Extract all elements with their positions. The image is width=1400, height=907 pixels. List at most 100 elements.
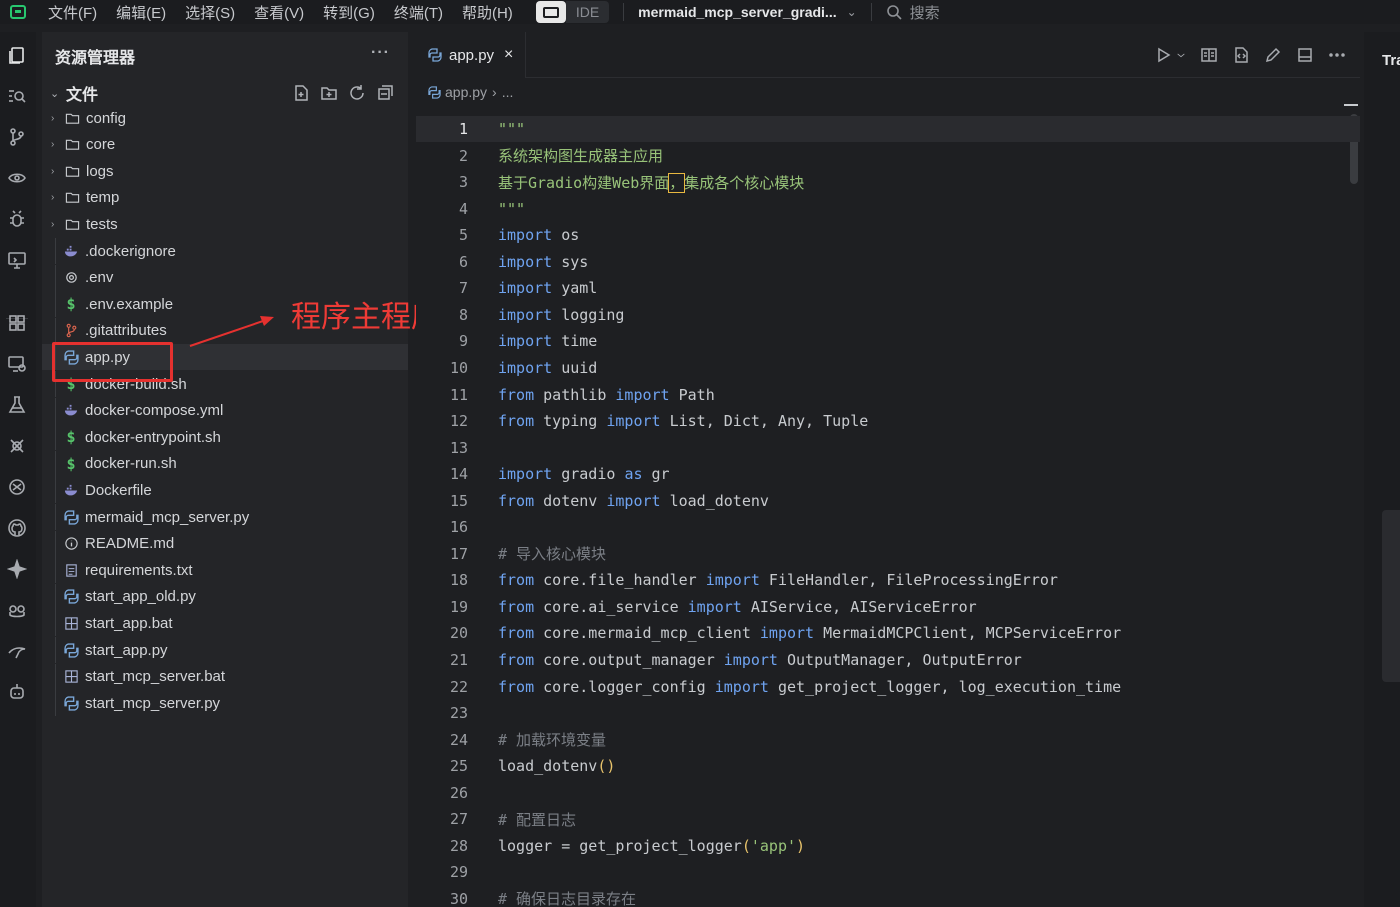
tree-file[interactable]: start_mcp_server.bat: [42, 663, 408, 690]
preview-icon[interactable]: [6, 167, 28, 189]
split-editor-icon[interactable]: [1296, 46, 1314, 64]
copilot-icon[interactable]: [6, 599, 28, 621]
indent-guide: [55, 637, 56, 663]
code-token: gradio: [552, 465, 625, 484]
tree-file[interactable]: Dockerfile: [42, 477, 408, 504]
remote-explorer-icon[interactable]: [6, 249, 28, 271]
code-line: 8 import logging: [416, 302, 1360, 328]
breadcrumb-symbol[interactable]: ...: [502, 84, 514, 100]
tree-file[interactable]: docker-compose.yml: [42, 397, 408, 424]
tree-file[interactable]: requirements.txt: [42, 557, 408, 584]
code-line: 7 import yaml: [416, 275, 1360, 301]
tree-item-label: docker-entrypoint.sh: [85, 428, 221, 446]
explorer-icon[interactable]: [6, 44, 28, 66]
ide-badge[interactable]: IDE: [535, 1, 610, 23]
deploy-icon[interactable]: [6, 435, 28, 457]
search-box[interactable]: 搜索: [886, 2, 940, 23]
tree-item-label: requirements.txt: [85, 561, 193, 579]
code-line: 4 """: [416, 196, 1360, 222]
compare-changes-icon[interactable]: [1232, 46, 1250, 64]
line-number: 14: [449, 465, 468, 484]
line-number: 5: [458, 226, 468, 245]
code-line: 29: [416, 859, 1360, 885]
remote-monitor-icon[interactable]: [6, 353, 28, 375]
menu-item[interactable]: 选择(S): [185, 2, 235, 23]
close-icon[interactable]: ×: [504, 46, 513, 64]
tree-file[interactable]: start_mcp_server.py: [42, 690, 408, 717]
openai-icon[interactable]: [6, 476, 28, 498]
code-line: 15 from dotenv import load_dotenv: [416, 488, 1360, 514]
tree-file[interactable]: $ docker-entrypoint.sh: [42, 424, 408, 451]
tree-file[interactable]: mermaid_mcp_server.py: [42, 504, 408, 530]
code-token: import: [606, 491, 661, 510]
breadcrumb-file[interactable]: app.py: [445, 84, 487, 100]
code-token: dotenv: [534, 491, 607, 510]
project-switcher[interactable]: mermaid_mcp_server_gradi...: [638, 4, 836, 20]
debug-icon[interactable]: [6, 208, 28, 230]
code-token: pathlib: [534, 385, 616, 404]
menu-item[interactable]: 编辑(E): [116, 2, 166, 23]
tab-app-py[interactable]: app.py ×: [416, 32, 527, 78]
code-line: 10 import uuid: [416, 355, 1360, 381]
tree-file[interactable]: .dockerignore: [42, 238, 408, 264]
more-actions-icon[interactable]: [1328, 46, 1346, 64]
run-icon[interactable]: [1154, 46, 1172, 64]
menu-item[interactable]: 终端(T): [394, 2, 443, 23]
files-section-header[interactable]: ⌄ 文件: [42, 82, 408, 104]
open-preview-icon[interactable]: [1200, 46, 1218, 64]
search-files-icon[interactable]: [6, 85, 28, 107]
code-token: List, Dict, Any, Tuple: [660, 412, 869, 431]
right-panel-widget[interactable]: [1382, 510, 1400, 682]
tree-file[interactable]: README.md: [42, 530, 408, 557]
docker-icon: [63, 482, 79, 498]
tree-item-label: start_app.bat: [85, 614, 173, 632]
robot-icon[interactable]: [6, 681, 28, 703]
right-panel-label[interactable]: Tra: [1382, 52, 1400, 69]
source-control-icon[interactable]: [6, 126, 28, 148]
tree-file[interactable]: $ docker-run.sh: [42, 450, 408, 477]
testing-flask-icon[interactable]: [6, 394, 28, 416]
refresh-icon[interactable]: [348, 84, 366, 102]
tree-folder[interactable]: › core: [42, 132, 408, 158]
tree-file[interactable]: .env: [42, 264, 408, 291]
code-token: import: [498, 358, 553, 377]
line-number: 7: [458, 279, 468, 298]
menu-item[interactable]: 文件(F): [48, 2, 97, 23]
tree-folder[interactable]: › tests: [42, 211, 408, 237]
kangaroo-icon[interactable]: [6, 640, 28, 662]
menu-item[interactable]: 转到(G): [323, 2, 375, 23]
app-logo-icon: [10, 5, 26, 19]
tree-file[interactable]: start_app.py: [42, 637, 408, 663]
code-token: os: [552, 226, 580, 245]
tree-folder[interactable]: › config: [42, 105, 408, 131]
new-folder-icon[interactable]: [320, 84, 338, 102]
tree-file[interactable]: start_app.bat: [42, 610, 408, 637]
menu-bar: 文件(F) 编辑(E) 选择(S) 查看(V) 转到(G) 终端(T) 帮助(H) IDE …: [0, 0, 1400, 24]
more-actions-icon[interactable]: ···: [371, 44, 390, 62]
github-icon[interactable]: [6, 517, 28, 539]
edit-pencil-icon[interactable]: [1264, 46, 1282, 64]
collapse-all-icon[interactable]: [376, 84, 394, 102]
explorer-sidebar: 资源管理器 ··· ⌄ 文件 › config › core › logs › temp › te…: [42, 32, 408, 907]
activity-bar: [0, 32, 36, 907]
chevron-down-icon[interactable]: [1176, 46, 1186, 64]
line-number: 11: [449, 385, 468, 404]
editor-tab-bar: app.py ×: [416, 32, 1360, 78]
tree-item-label: .env: [85, 269, 114, 287]
line-number: 19: [449, 597, 468, 616]
scroll-position-marker: [1344, 104, 1358, 106]
chevron-right-icon: ›: [492, 84, 497, 100]
tree-folder[interactable]: › temp: [42, 185, 408, 211]
line-number: 21: [449, 651, 468, 669]
tree-folder[interactable]: › logs: [42, 158, 408, 184]
menu-item[interactable]: 帮助(H): [462, 2, 513, 23]
info-icon: [63, 536, 79, 552]
extensions-icon[interactable]: [6, 312, 28, 334]
tree-file[interactable]: start_app_old.py: [42, 583, 408, 610]
code-text: import os: [498, 226, 579, 244]
menu-item[interactable]: 查看(V): [254, 2, 304, 23]
ai-sparkle-icon[interactable]: [6, 558, 28, 580]
code-line: 25 load_dotenv(): [416, 753, 1360, 779]
chevron-down-icon[interactable]: ⌄: [847, 5, 857, 19]
new-file-icon[interactable]: [292, 84, 310, 102]
